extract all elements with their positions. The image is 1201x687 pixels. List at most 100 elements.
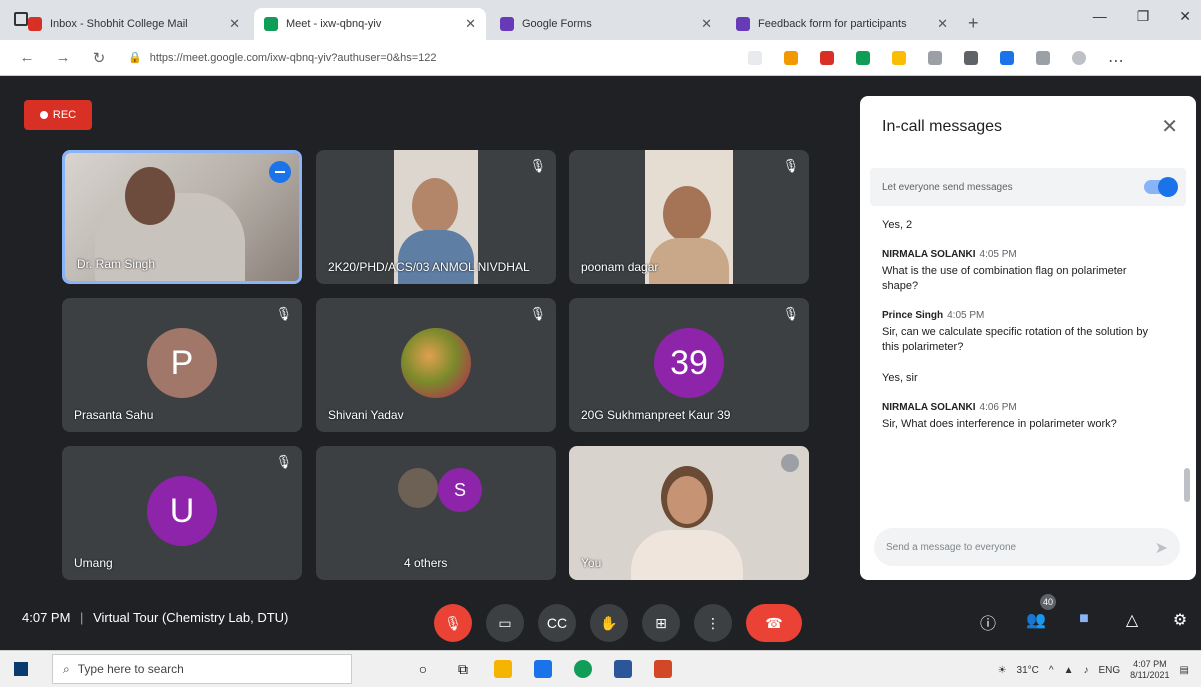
temperature: 31°C — [1016, 664, 1039, 676]
chat-message: NIRMALA SOLANKI 4:05 PM What is the use o… — [882, 249, 1162, 294]
message-time: 4:05 PM — [979, 249, 1017, 260]
allow-messages-toggle[interactable] — [1144, 177, 1178, 197]
windows-start-icon[interactable] — [14, 662, 28, 676]
participant-name: Dr. Ram Singh — [77, 257, 156, 271]
extension-icon[interactable] — [1000, 50, 1014, 65]
record-dot-icon — [39, 111, 48, 119]
tab-feedback[interactable]: Feedback form for participants ✕ — [726, 8, 958, 40]
close-tab-icon[interactable]: ✕ — [701, 16, 712, 32]
chat-title: In-call messages — [882, 118, 1003, 135]
mic-toggle-button[interactable]: 🎙 — [434, 604, 472, 642]
send-icon[interactable]: ➤ — [1155, 538, 1168, 558]
volume-icon[interactable]: ♪ — [1084, 665, 1089, 676]
menu-icon[interactable]: ⋯ — [1108, 50, 1124, 70]
more-options-icon[interactable] — [781, 454, 799, 472]
star-icon[interactable] — [748, 50, 762, 65]
person-head — [125, 167, 175, 225]
reload-icon[interactable]: ↻ — [90, 49, 108, 67]
participant-count-badge: 40 — [1040, 594, 1056, 610]
url-field[interactable]: 🔒 https://meet.google.com/ixw-qbnq-yiv?a… — [128, 45, 688, 71]
network-icon[interactable]: ▲ — [1064, 665, 1074, 676]
address-bar: ← → ↻ 🔒 https://meet.google.com/ixw-qbnq… — [0, 40, 1201, 76]
taskbar-search[interactable]: ⌕ Type here to search — [52, 654, 352, 684]
task-view-icon[interactable]: ⧉ — [454, 660, 472, 678]
language[interactable]: ENG — [1099, 665, 1121, 676]
extension-icon[interactable] — [892, 50, 906, 65]
close-tab-icon[interactable]: ✕ — [465, 16, 476, 32]
participant-tile[interactable]: 39 🎙 20G Sukhmanpreet Kaur 39 — [569, 298, 809, 432]
self-tile[interactable]: You — [569, 446, 809, 580]
cortana-icon[interactable]: ○ — [414, 660, 432, 678]
chat-scrollbar[interactable] — [1184, 468, 1190, 502]
system-tray: ☀ 31°C ^ ▲ ♪ ENG 4:07 PM 8/11/2021 ▤ — [998, 659, 1189, 681]
participant-name: Prasanta Sahu — [74, 408, 154, 422]
tray-chevron-icon[interactable]: ^ — [1049, 665, 1054, 676]
profile-avatar[interactable] — [1072, 50, 1086, 65]
tab-title: Meet - ixw-qbnq-yiv — [286, 18, 382, 30]
forward-icon[interactable]: → — [54, 49, 72, 66]
leave-call-button[interactable]: ☎ — [746, 604, 802, 642]
new-tab-button[interactable]: + — [968, 8, 979, 40]
participant-tile[interactable]: P 🎙 Prasanta Sahu — [62, 298, 302, 432]
extension-icon[interactable] — [784, 50, 798, 65]
captions-button[interactable]: CC — [538, 604, 576, 642]
mic-muted-icon: 🎙 — [529, 306, 546, 321]
info-icon[interactable]: ⓘ — [978, 610, 998, 634]
minimize-button[interactable]: — — [1093, 8, 1107, 25]
close-tab-icon[interactable]: ✕ — [937, 16, 948, 32]
close-icon[interactable]: ✕ — [1161, 114, 1178, 139]
notifications-icon[interactable]: ▤ — [1180, 665, 1189, 676]
extension-icon[interactable] — [1036, 50, 1050, 65]
extension-icon[interactable] — [928, 50, 942, 65]
person-head — [663, 186, 711, 242]
extension-icon[interactable] — [856, 50, 870, 65]
camera-toggle-button[interactable]: ▭ — [486, 604, 524, 642]
lock-icon: 🔒 — [128, 52, 142, 64]
participant-tile[interactable]: 🎙 2K20/PHD/ACS/03 ANMOL NIVDHAL — [316, 150, 556, 284]
message-input[interactable]: Send a message to everyone ➤ — [874, 528, 1180, 566]
store-icon[interactable] — [534, 660, 552, 678]
search-icon: ⌕ — [63, 661, 70, 676]
avatar: 39 — [654, 328, 724, 398]
others-tile[interactable]: S 4 others — [316, 446, 556, 580]
powerpoint-icon[interactable] — [654, 660, 672, 678]
participant-tile[interactable]: 🎙 poonam dagar — [569, 150, 809, 284]
maximize-button[interactable]: ❐ — [1137, 8, 1150, 25]
more-options-button[interactable]: ⋮ — [694, 604, 732, 642]
message-sender: Prince Singh — [882, 310, 944, 321]
participant-tile[interactable]: U 🎙 Umang — [62, 446, 302, 580]
chrome-icon[interactable] — [574, 660, 592, 678]
browser-tab-bar: Inbox - Shobhit College Mail ✕ Meet - ix… — [0, 0, 1201, 40]
present-button[interactable]: ⊞ — [642, 604, 680, 642]
tab-title: Feedback form for participants — [758, 18, 907, 30]
participant-tile[interactable]: 🎙 Shivani Yadav — [316, 298, 556, 432]
participant-name: poonam dagar — [581, 260, 659, 274]
word-icon[interactable] — [614, 660, 632, 678]
participant-name: 4 others — [404, 556, 448, 570]
raise-hand-button[interactable]: ✋ — [590, 604, 628, 642]
taskbar-apps: ○ ⧉ — [414, 660, 672, 678]
tab-meet[interactable]: Meet - ixw-qbnq-yiv ✕ — [254, 8, 486, 40]
participant-name: Shivani Yadav — [328, 408, 404, 422]
chat-icon[interactable]: ■ — [1074, 610, 1094, 634]
message-placeholder: Send a message to everyone — [886, 541, 1017, 553]
avatar: P — [147, 328, 217, 398]
host-controls-icon[interactable]: ⚙ — [1170, 610, 1190, 634]
participant-name: Umang — [74, 556, 113, 570]
chat-message: NIRMALA SOLANKI 4:06 PM Sir, What does in… — [882, 402, 1162, 432]
participant-tile[interactable]: Dr. Ram Singh — [62, 150, 302, 284]
tab-mail[interactable]: Inbox - Shobhit College Mail ✕ — [18, 8, 250, 40]
back-icon[interactable]: ← — [18, 49, 36, 66]
clock[interactable]: 4:07 PM 8/11/2021 — [1130, 659, 1169, 681]
close-window-button[interactable]: ✕ — [1179, 8, 1191, 25]
extension-icon[interactable] — [964, 50, 978, 65]
message-list: Yes, 2 NIRMALA SOLANKI 4:05 PM What is th… — [882, 214, 1162, 448]
close-tab-icon[interactable]: ✕ — [229, 16, 240, 32]
activities-icon[interactable]: △ — [1122, 610, 1142, 634]
tab-title: Inbox - Shobhit College Mail — [50, 18, 188, 30]
file-explorer-icon[interactable] — [494, 660, 512, 678]
participant-name: You — [581, 556, 602, 570]
extension-icon[interactable] — [820, 50, 834, 65]
tab-forms[interactable]: Google Forms ✕ — [490, 8, 722, 40]
people-icon[interactable]: 👥 — [1026, 610, 1046, 634]
